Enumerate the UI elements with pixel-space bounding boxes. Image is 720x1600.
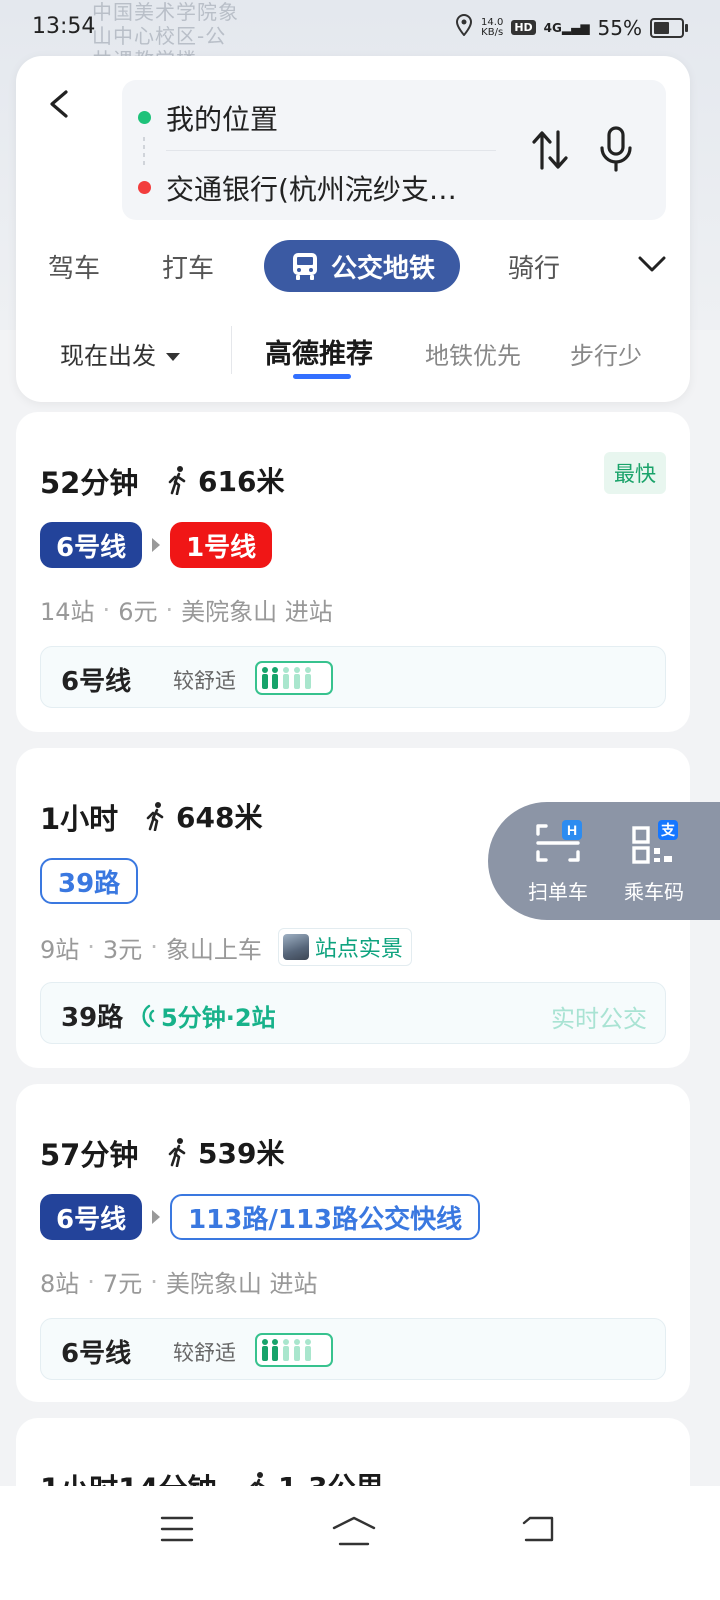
detail-line-name: 6号线 [61, 1339, 132, 1369]
station-photo-thumbnail [282, 934, 309, 960]
line-badge: 6号线 [40, 1194, 143, 1240]
network-speed: 14.0 KB/s [481, 16, 504, 38]
realtime-arrival: 5分钟·2站 [139, 998, 276, 1033]
route-filter-bar: 现在出发 高德推荐 地铁优先 步行少 [16, 316, 690, 386]
tab-taxi[interactable]: 打车 [162, 248, 214, 285]
status-time: 13:54 [32, 14, 96, 39]
line-detail-box: 6号线 较舒适 [40, 1318, 666, 1380]
menu-icon[interactable] [160, 1514, 194, 1544]
line-badges: 6号线 113路/113路公交快线 [40, 1194, 481, 1240]
quick-action-widget: H 扫单车 支 乘车码 [488, 802, 720, 920]
walk-distance: 616米 [166, 460, 284, 500]
fastest-badge: 最快 [604, 452, 666, 494]
arrow-right-icon [152, 538, 161, 552]
hd-badge: HD [511, 20, 536, 35]
line-detail-box: 39路 5分钟·2站 实时公交 [40, 982, 666, 1044]
line-badges: 6号线 1号线 [40, 522, 273, 568]
chevron-down-icon[interactable] [638, 254, 666, 274]
signal-icon: 4G▂▄▆ [543, 20, 590, 35]
back-icon[interactable] [520, 1514, 556, 1544]
battery-icon [650, 17, 688, 38]
destination-dot-icon [138, 181, 151, 194]
crowding-level-icon [255, 661, 333, 695]
scan-bike-button[interactable]: H 扫单车 [518, 820, 598, 905]
route-card[interactable]: 52分钟 616米 最快 6号线 1号线 14站 · 6元 · 美院象山 进站 6号… [16, 412, 690, 732]
swap-icon[interactable] [530, 128, 570, 172]
origin-dot-icon [138, 111, 151, 124]
origin-field[interactable]: 我的位置 [166, 98, 278, 138]
tab-transit[interactable]: 公交地铁 [264, 240, 460, 292]
back-arrow-icon[interactable] [46, 90, 74, 118]
route-duration: 57分钟 [40, 1138, 139, 1172]
line-badge: 39路 [40, 858, 139, 904]
realtime-signal-icon [142, 1004, 155, 1027]
route-connector [143, 137, 145, 165]
walking-icon [168, 466, 186, 495]
route-meta: 8站 · 7元 · 美院象山 进站 [40, 1267, 318, 1299]
line-badges: 39路 [40, 858, 139, 904]
line-badge: 113路/113路公交快线 [170, 1194, 481, 1240]
line-badge: 6号线 [40, 522, 143, 568]
ride-code-button[interactable]: 支 乘车码 [614, 820, 694, 905]
location-icon [455, 13, 473, 41]
tab-drive[interactable]: 驾车 [48, 248, 100, 285]
destination-field[interactable]: 交通银行(杭州浣纱支… [166, 168, 496, 208]
depart-time-dropdown[interactable]: 现在出发 [60, 336, 180, 371]
realtime-bus-label: 实时公交 [551, 1005, 647, 1033]
route-card[interactable]: 57分钟 539米 6号线 113路/113路公交快线 8站 · 7元 · 美院象山… [16, 1084, 690, 1402]
walk-distance: 539米 [166, 1132, 284, 1172]
route-meta: 14站 · 6元 · 美院象山 进站 [40, 595, 333, 627]
home-icon[interactable] [330, 1514, 378, 1548]
filter-recommended[interactable]: 高德推荐 [265, 332, 373, 371]
scan-icon: H [536, 820, 582, 862]
walking-icon [146, 802, 164, 831]
line-badge: 1号线 [170, 522, 273, 568]
microphone-icon[interactable] [598, 126, 634, 174]
detail-line-name: 6号线 [61, 667, 132, 697]
caret-down-icon [166, 353, 180, 361]
active-tab-indicator [293, 374, 351, 379]
svg-text:支: 支 [660, 822, 676, 839]
route-input-box: 我的位置 交通银行(杭州浣纱支… [122, 80, 666, 220]
detail-line-name: 39路 [61, 1003, 124, 1033]
route-meta: 9站 · 3元 · 象山上车 站点实景 [40, 928, 412, 966]
route-duration: 1小时 [40, 802, 119, 836]
tab-bike[interactable]: 骑行 [508, 248, 560, 285]
transport-mode-tabs: 驾车 打车 公交地铁 骑行 [16, 238, 690, 294]
comfort-label: 较舒适 [173, 1341, 236, 1365]
route-search-panel: 我的位置 交通银行(杭州浣纱支… 驾车 打车 公交地铁 骑行 现在出发 高德推荐… [16, 56, 690, 402]
arrow-right-icon [152, 1210, 161, 1224]
crowding-level-icon [255, 1333, 333, 1367]
filter-less-walking[interactable]: 步行少 [570, 336, 642, 371]
system-navigation-bar [0, 1486, 720, 1600]
line-detail-box: 6号线 较舒适 [40, 646, 666, 708]
walking-icon [168, 1138, 186, 1167]
qr-code-icon: 支 [632, 820, 678, 864]
route-duration: 52分钟 [40, 466, 139, 500]
battery-percent: 55% [597, 15, 642, 40]
status-bar: 13:54 14.0 KB/s HD 4G▂▄▆ 55% [0, 0, 720, 58]
svg-text:H: H [567, 822, 577, 838]
comfort-label: 较舒适 [173, 669, 236, 693]
tab-transit-label: 公交地铁 [330, 253, 435, 284]
bus-icon [292, 253, 317, 280]
filter-metro-first[interactable]: 地铁优先 [425, 336, 521, 371]
station-photo-button[interactable]: 站点实景 [277, 928, 412, 966]
walk-distance: 648米 [144, 796, 262, 836]
divider [231, 326, 232, 374]
divider [166, 150, 496, 151]
